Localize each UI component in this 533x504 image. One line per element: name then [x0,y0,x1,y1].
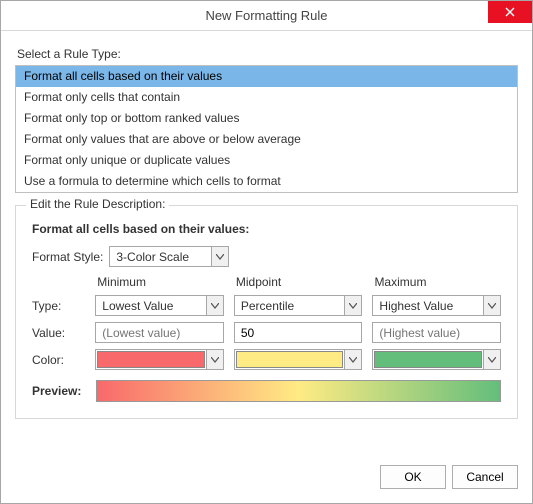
chevron-down-icon [211,247,228,266]
value-min-input [95,322,224,343]
chevron-down-icon [344,296,361,315]
value-row-label: Value: [32,326,95,340]
type-max-value: Highest Value [373,299,483,313]
color-min-swatch [97,351,205,368]
rule-type-item[interactable]: Format only values that are above or bel… [16,129,517,150]
column-header-minimum: Minimum [95,275,224,289]
rule-type-label: Select a Rule Type: [17,47,518,61]
fieldset-legend: Edit the Rule Description: [26,197,169,211]
cancel-button[interactable]: Cancel [452,465,518,489]
preview-label: Preview: [32,384,96,398]
chevron-down-icon [344,350,361,369]
dialog-window: New Formatting Rule Select a Rule Type: … [0,0,533,504]
rule-type-item[interactable]: Format only cells that contain [16,87,517,108]
titlebar-text: New Formatting Rule [205,8,327,23]
rule-type-item[interactable]: Format all cells based on their values [16,66,517,87]
dialog-buttons: OK Cancel [380,465,518,489]
format-style-select[interactable]: 3-Color Scale [109,246,229,267]
close-icon [505,5,515,20]
type-mid-select[interactable]: Percentile [234,295,363,316]
column-header-midpoint: Midpoint [234,275,363,289]
color-row-label: Color: [32,353,95,367]
preview-gradient [96,380,501,402]
rule-type-item[interactable]: Format only top or bottom ranked values [16,108,517,129]
dialog-content: Select a Rule Type: Format all cells bas… [1,31,532,433]
rule-description-fieldset: Edit the Rule Description: Format all ce… [15,205,518,419]
value-mid-input[interactable] [234,322,363,343]
color-mid-picker[interactable] [234,349,363,370]
type-max-select[interactable]: Highest Value [372,295,501,316]
type-min-value: Lowest Value [96,299,206,313]
color-max-swatch [374,351,482,368]
rule-type-item[interactable]: Use a formula to determine which cells t… [16,171,517,192]
description-title: Format all cells based on their values: [32,222,501,236]
type-mid-value: Percentile [235,299,345,313]
ok-button[interactable]: OK [380,465,446,489]
chevron-down-icon [206,296,223,315]
rule-type-list[interactable]: Format all cells based on their values F… [15,65,518,193]
close-button[interactable] [488,1,532,23]
color-max-picker[interactable] [372,349,501,370]
color-min-picker[interactable] [95,349,224,370]
value-max-input [372,322,501,343]
titlebar: New Formatting Rule [1,1,532,31]
color-mid-swatch [236,351,344,368]
format-style-value: 3-Color Scale [110,250,211,264]
rule-type-item[interactable]: Format only unique or duplicate values [16,150,517,171]
chevron-down-icon [483,296,500,315]
type-row-label: Type: [32,299,95,313]
chevron-down-icon [483,350,500,369]
format-style-label: Format Style: [32,250,103,264]
type-min-select[interactable]: Lowest Value [95,295,224,316]
column-header-maximum: Maximum [372,275,501,289]
chevron-down-icon [206,350,223,369]
